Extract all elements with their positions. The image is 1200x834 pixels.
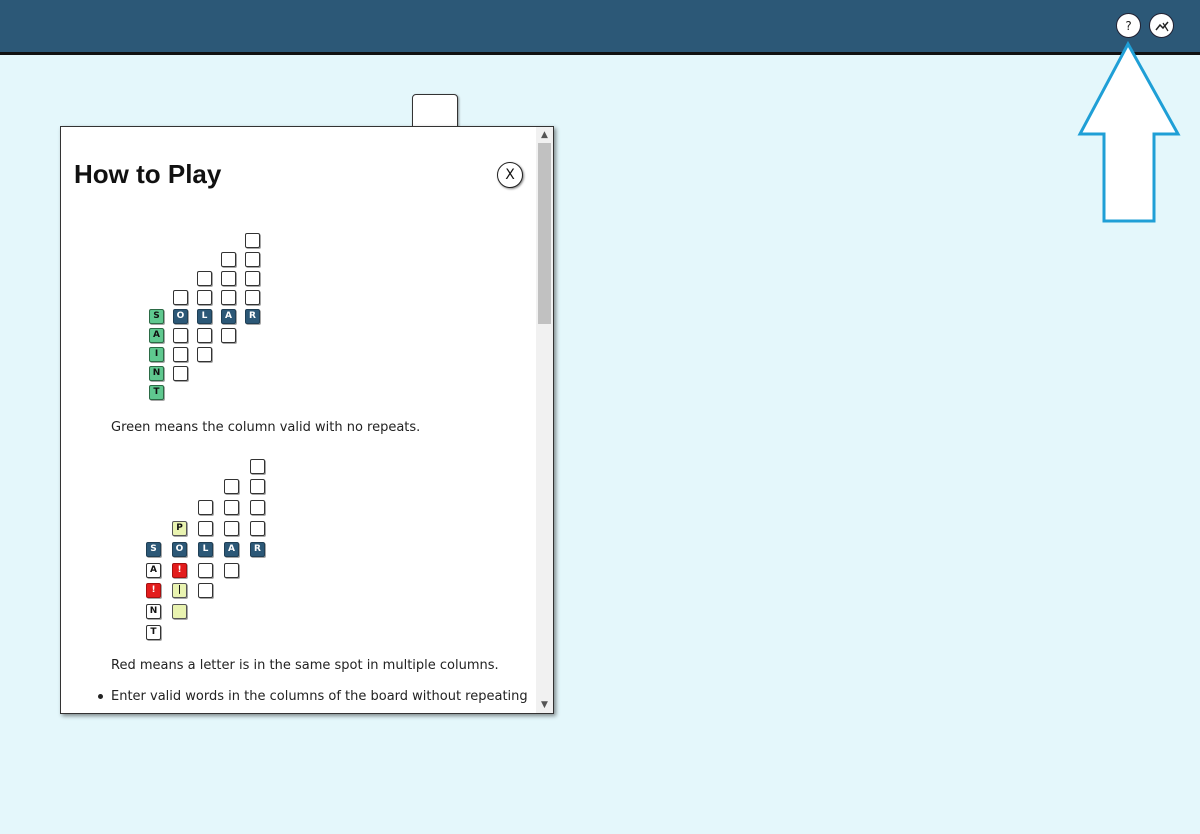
board-tile: O xyxy=(173,309,188,324)
board-tile: I xyxy=(149,347,164,362)
board-tile: R xyxy=(245,309,260,324)
board-tile: S xyxy=(146,542,161,557)
board-cell xyxy=(245,233,260,248)
board-cell xyxy=(250,459,265,474)
board-cell xyxy=(224,563,239,578)
board-tile: A xyxy=(149,328,164,343)
close-button[interactable]: X xyxy=(497,162,523,188)
board-cell xyxy=(173,366,188,381)
board-cell xyxy=(198,563,213,578)
pointer-arrow-icon xyxy=(1077,40,1181,223)
board-tile: P xyxy=(172,521,187,536)
board-tile: ! xyxy=(172,563,187,578)
board-tile xyxy=(172,604,187,619)
scroll-thumb[interactable] xyxy=(538,143,551,324)
red-explanation: Red means a letter is in the same spot i… xyxy=(111,658,499,673)
how-to-play-dialog: How to Play X S O L A R A I N T Green me… xyxy=(60,126,554,714)
board-cell xyxy=(224,521,239,536)
board-cell xyxy=(197,347,212,362)
help-button[interactable]: ? xyxy=(1116,13,1141,38)
board-cell xyxy=(221,252,236,267)
board-cell xyxy=(221,290,236,305)
board-cell xyxy=(197,290,212,305)
board-cell xyxy=(224,500,239,515)
close-icon: X xyxy=(505,167,515,183)
board-cell xyxy=(197,271,212,286)
board-tile: L xyxy=(198,542,213,557)
instruction-bullet: Enter valid words in the columns of the … xyxy=(111,689,528,704)
board-tile: O xyxy=(172,542,187,557)
board-cell xyxy=(250,521,265,536)
board-tile: ! xyxy=(146,583,161,598)
board-cell xyxy=(224,479,239,494)
board-cell xyxy=(198,521,213,536)
board-tile: A xyxy=(146,563,161,578)
board-tile: A xyxy=(221,309,236,324)
board-tile: | xyxy=(172,583,187,598)
board-cell xyxy=(245,290,260,305)
board-tile: A xyxy=(224,542,239,557)
green-explanation: Green means the column valid with no rep… xyxy=(111,420,421,435)
chart-icon xyxy=(1154,21,1169,31)
dialog-scrollbar[interactable]: ▲ ▼ xyxy=(536,127,553,713)
scroll-down-icon[interactable]: ▼ xyxy=(536,697,553,713)
board-cell xyxy=(198,500,213,515)
board-tile: T xyxy=(146,625,161,640)
scroll-up-icon[interactable]: ▲ xyxy=(536,127,553,143)
board-tile: R xyxy=(250,542,265,557)
board-cell xyxy=(197,328,212,343)
board-tile: S xyxy=(149,309,164,324)
board-cell xyxy=(173,328,188,343)
board-tile: N xyxy=(149,366,164,381)
board-cell xyxy=(250,479,265,494)
board-cell xyxy=(221,271,236,286)
board-cell xyxy=(221,328,236,343)
board-tile: L xyxy=(197,309,212,324)
board-cell xyxy=(245,271,260,286)
board-cell xyxy=(173,347,188,362)
board-tile: N xyxy=(146,604,161,619)
board-cell xyxy=(245,252,260,267)
board-cell xyxy=(173,290,188,305)
stats-button[interactable] xyxy=(1149,13,1174,38)
board-tile: T xyxy=(149,385,164,400)
help-icon: ? xyxy=(1125,18,1132,33)
top-bar xyxy=(0,0,1200,55)
bullet-icon xyxy=(98,694,103,699)
board-cell xyxy=(198,583,213,598)
dialog-title: How to Play xyxy=(74,159,222,189)
board-cell xyxy=(250,500,265,515)
